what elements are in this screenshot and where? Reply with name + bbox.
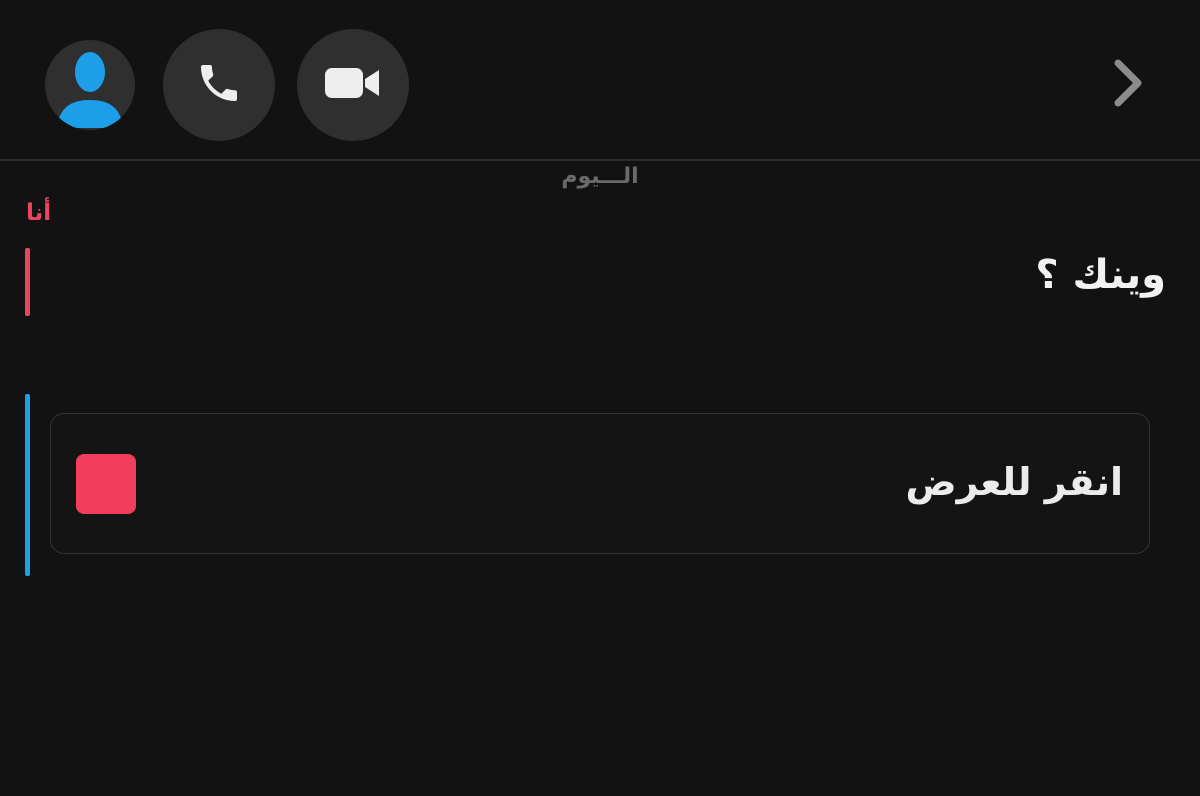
chevron-right-icon <box>1112 58 1144 112</box>
chat-message-text[interactable]: وينك ؟ <box>1035 252 1166 298</box>
snap-message-card[interactable]: انقر للعرض <box>50 413 1150 554</box>
friend-avatar-button[interactable] <box>45 40 135 130</box>
received-message-indicator-bar <box>25 394 30 576</box>
video-camera-icon <box>325 65 381 105</box>
person-icon <box>45 40 135 130</box>
sender-name-label: أنا <box>26 200 52 226</box>
date-separator: الـــيوم <box>561 164 639 189</box>
back-chevron-button[interactable] <box>1100 52 1156 118</box>
tap-to-view-label: انقر للعرض <box>905 460 1124 504</box>
video-call-button[interactable] <box>297 29 409 141</box>
voice-call-button[interactable] <box>163 29 275 141</box>
chat-screen: الـــيوم أنا وينك ؟ انقر للعرض <box>0 0 1200 796</box>
header-divider <box>0 159 1200 161</box>
sent-message-indicator-bar <box>25 248 30 316</box>
phone-icon <box>195 59 243 111</box>
unopened-snap-icon <box>76 454 136 514</box>
chat-header <box>0 0 1200 161</box>
